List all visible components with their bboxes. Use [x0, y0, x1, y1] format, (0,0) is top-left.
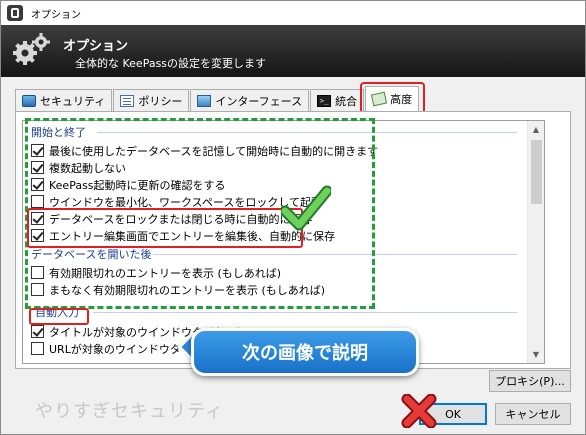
advanced-settings-icon	[371, 91, 388, 107]
group-divider	[93, 312, 517, 313]
options-dialog: オプション オプション 全体的な KeePassの設定を変更します セキュリティ…	[0, 0, 586, 435]
terminal-icon: >_	[317, 94, 332, 107]
watermark-text: やりすぎセキュリティ	[35, 401, 224, 422]
list-item[interactable]: 有効期限切れのエントリーを表示 (もしあれば)	[31, 264, 281, 281]
green-check-icon	[281, 185, 331, 231]
keepass-lock-icon	[7, 5, 23, 21]
list-item[interactable]: 複数起動しない	[31, 159, 126, 176]
gears-icon	[13, 33, 50, 65]
list-item[interactable]: まもなく有効期限切れのエントリーを表示 (もしあれば)	[31, 281, 325, 298]
banner-title: オプション	[63, 39, 129, 54]
red-x-icon	[401, 394, 437, 428]
group-divider	[153, 254, 517, 255]
scroll-up-arrow-icon[interactable]: ▲	[528, 121, 544, 138]
list-item[interactable]: ウインドウを最小化、ワークスペースをロックして起動	[31, 193, 322, 210]
list-item[interactable]: データベースをロックまたは閉じる時に自動的に保存	[31, 210, 312, 227]
tab-label: ポリシー	[138, 94, 183, 108]
cancel-button[interactable]: キャンセル	[495, 403, 571, 425]
scroll-thumb[interactable]	[531, 140, 542, 204]
checkbox[interactable]	[31, 325, 44, 338]
checkbox[interactable]	[31, 178, 44, 191]
tab-label: 高度	[390, 93, 413, 106]
group-header-auto-type: 自動入力	[35, 306, 79, 319]
option-label: データベースをロックまたは閉じる時に自動的に保存	[49, 212, 313, 226]
tab-label: 統合	[335, 94, 358, 108]
group-divider	[97, 132, 517, 133]
checkbox[interactable]	[31, 212, 44, 225]
option-label: 最後に使用したデータベースを記憶して開始時に自動的に開きます	[49, 144, 379, 158]
header-banner: オプション 全体的な KeePassの設定を変更します	[1, 25, 585, 77]
group-header-after-open: データベースを開いた後	[31, 248, 152, 261]
proxy-button[interactable]: プロキシ(P)...	[489, 370, 571, 392]
group-header-startup-exit: 開始と終了	[31, 126, 86, 139]
checkbox[interactable]	[31, 342, 44, 355]
tab-interface[interactable]: インターフェース	[190, 89, 310, 111]
title-bar: オプション	[1, 1, 585, 25]
list-item[interactable]: KeePass起動時に更新の確認をする	[31, 176, 226, 193]
checkbox[interactable]	[31, 266, 44, 279]
checkbox[interactable]	[31, 195, 44, 208]
tab-advanced[interactable]: 高度	[360, 82, 426, 114]
callout-bubble: 次の画像で説明	[191, 328, 419, 376]
tab-security[interactable]: セキュリティ	[15, 89, 113, 111]
tab-policy[interactable]: ポリシー	[113, 89, 190, 111]
option-label: 複数起動しない	[49, 161, 126, 175]
tab-strip: セキュリティ ポリシー インターフェース >_ 統合 高度	[15, 82, 426, 114]
vertical-scrollbar[interactable]: ▲ ▼	[527, 121, 544, 363]
tab-label: セキュリティ	[40, 94, 106, 108]
checkbox[interactable]	[31, 161, 44, 174]
tab-integration[interactable]: >_ 統合	[310, 89, 365, 111]
banner-subtitle: 全体的な KeePassの設定を変更します	[75, 57, 267, 70]
interface-window-icon	[197, 94, 212, 107]
policy-list-icon	[120, 94, 135, 107]
checkbox[interactable]	[31, 283, 44, 296]
option-label: まもなく有効期限切れのエントリーを表示 (もしあれば)	[49, 283, 326, 297]
shield-icon	[22, 94, 36, 107]
window-title: オプション	[31, 9, 81, 21]
option-label: 有効期限切れのエントリーを表示 (もしあれば)	[49, 266, 282, 280]
checkbox[interactable]	[31, 229, 44, 242]
checkbox[interactable]	[31, 144, 44, 157]
list-item[interactable]: 最後に使用したデータベースを記憶して開始時に自動的に開きます	[31, 142, 378, 159]
tab-label: インターフェース	[215, 94, 303, 108]
option-label: KeePass起動時に更新の確認をする	[49, 178, 226, 192]
scroll-down-arrow-icon[interactable]: ▼	[528, 346, 544, 363]
